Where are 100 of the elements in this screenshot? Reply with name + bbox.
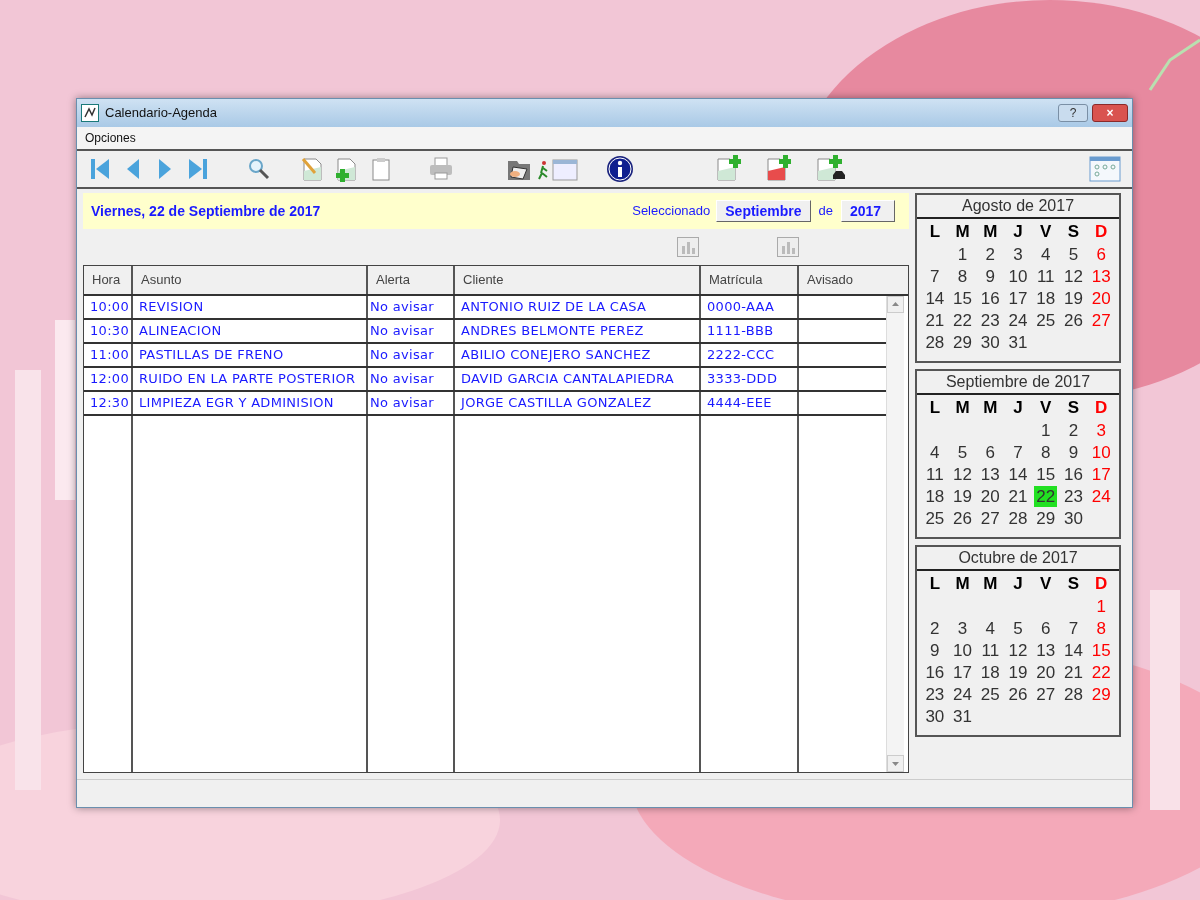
menu-item[interactable]: Opciones [85, 129, 136, 147]
calendar-day[interactable]: 21 [923, 309, 947, 331]
chart-icon[interactable] [677, 237, 699, 257]
calendar-day[interactable]: 17 [1089, 463, 1113, 485]
chart-icon[interactable] [777, 237, 799, 257]
calendar-day[interactable]: 4 [928, 441, 942, 463]
calendar-day[interactable]: 1 [955, 243, 970, 265]
calendar-day[interactable]: 13 [1089, 265, 1113, 287]
calendar-day[interactable]: 6 [1038, 617, 1053, 639]
column-header[interactable]: Matrícula [701, 266, 799, 294]
calendar-day[interactable]: 10 [1089, 441, 1113, 463]
calendar-day[interactable]: 7 [1011, 441, 1025, 463]
calendar-day[interactable]: 26 [1006, 683, 1030, 705]
calendar-day[interactable]: 28 [923, 331, 947, 353]
calendar-day[interactable]: 22 [951, 309, 974, 331]
calendar-day[interactable]: 19 [951, 485, 974, 507]
calendar-day[interactable]: 12 [1006, 639, 1030, 661]
calendar-day[interactable]: 13 [1034, 639, 1058, 661]
calendar-day[interactable]: 20 [1034, 661, 1058, 683]
calendar-day[interactable]: 15 [951, 287, 974, 309]
calendar-day[interactable]: 16 [923, 661, 947, 683]
column-header[interactable]: Asunto [133, 266, 368, 294]
month-field[interactable]: Septiembre [716, 200, 811, 222]
help-button[interactable]: ? [1058, 104, 1088, 122]
year-field[interactable]: 2017 [841, 200, 895, 222]
calendar-day[interactable]: 27 [1034, 683, 1058, 705]
calendar-day[interactable]: 26 [951, 507, 974, 529]
calendar-day[interactable]: 30 [1061, 507, 1085, 529]
column-header[interactable]: Avisado [799, 266, 890, 294]
calendar-icon[interactable] [1088, 155, 1122, 183]
column-header[interactable]: Alerta [368, 266, 455, 294]
calendar-day[interactable]: 12 [951, 463, 974, 485]
calendar-day[interactable]: 27 [1089, 309, 1113, 331]
calendar-day[interactable]: 18 [923, 485, 947, 507]
calendar-day[interactable]: 25 [1034, 309, 1058, 331]
calendar-day[interactable]: 28 [1061, 683, 1085, 705]
calendar-day[interactable]: 30 [978, 331, 1002, 353]
scroll-down-icon[interactable] [887, 755, 904, 772]
calendar-day[interactable]: 9 [928, 639, 942, 661]
calendar-day[interactable]: 4 [1038, 243, 1053, 265]
calendar-day[interactable]: 27 [978, 507, 1002, 529]
calendar-day[interactable]: 31 [1006, 331, 1030, 353]
calendar-day[interactable]: 1 [1038, 419, 1053, 441]
calendar-day[interactable]: 24 [1006, 309, 1030, 331]
calendar-day[interactable]: 21 [1061, 661, 1085, 683]
calendar-day[interactable]: 24 [1089, 485, 1113, 507]
calendar-day[interactable]: 7 [1066, 617, 1081, 639]
scrollbar[interactable] [886, 296, 904, 772]
calendar-day[interactable]: 11 [924, 463, 946, 485]
calendar-day[interactable]: 12 [1061, 265, 1085, 287]
calendar-day[interactable]: 10 [951, 639, 974, 661]
calendar-day[interactable]: 17 [1006, 287, 1030, 309]
calendar-day[interactable]: 29 [951, 331, 974, 353]
calendar-day[interactable]: 18 [978, 661, 1002, 683]
calendar-day[interactable]: 25 [978, 683, 1002, 705]
calendar-day[interactable]: 2 [983, 243, 997, 265]
calendar-day[interactable]: 6 [1094, 243, 1108, 265]
calendar-day[interactable]: 6 [983, 441, 997, 463]
calendar-day[interactable]: 22 [1034, 485, 1058, 507]
calendar-day[interactable]: 22 [1089, 661, 1113, 683]
calendar-day[interactable]: 20 [1089, 287, 1113, 309]
calendar-day[interactable]: 8 [1038, 441, 1053, 463]
close-button[interactable]: × [1092, 104, 1128, 122]
calendar-day[interactable]: 11 [979, 639, 1002, 661]
calendar-day[interactable]: 14 [1061, 639, 1085, 661]
scroll-up-icon[interactable] [887, 296, 904, 313]
calendar-day[interactable]: 4 [983, 617, 997, 639]
column-header[interactable]: Cliente [455, 266, 701, 294]
calendar-day[interactable]: 3 [1011, 243, 1025, 265]
calendar-day[interactable]: 5 [1011, 617, 1025, 639]
calendar-day[interactable]: 9 [983, 265, 997, 287]
calendar-day[interactable]: 8 [955, 265, 970, 287]
calendar-day[interactable]: 31 [951, 705, 974, 727]
calendar-day[interactable]: 29 [1089, 683, 1113, 705]
column-header[interactable]: Hora [84, 266, 133, 294]
calendar-day[interactable]: 8 [1094, 617, 1108, 639]
calendar-day[interactable]: 26 [1061, 309, 1085, 331]
calendar-day[interactable]: 2 [928, 617, 942, 639]
calendar-day[interactable]: 2 [1066, 419, 1081, 441]
calendar-day[interactable]: 16 [978, 287, 1002, 309]
calendar-day[interactable]: 25 [923, 507, 947, 529]
calendar-day[interactable]: 23 [978, 309, 1002, 331]
calendar-day[interactable]: 17 [951, 661, 974, 683]
calendar-day[interactable]: 24 [951, 683, 974, 705]
calendar-day[interactable]: 20 [978, 485, 1002, 507]
calendar-day[interactable]: 19 [1006, 661, 1030, 683]
printer-icon[interactable] [427, 155, 455, 183]
calendar-day[interactable]: 29 [1034, 507, 1058, 529]
calendar-day[interactable]: 3 [955, 617, 970, 639]
calendar-day[interactable]: 16 [1061, 463, 1085, 485]
calendar-day[interactable]: 5 [955, 441, 970, 463]
calendar-day[interactable]: 23 [923, 683, 947, 705]
calendar-day[interactable]: 15 [1089, 639, 1113, 661]
calendar-day[interactable]: 30 [923, 705, 947, 727]
calendar-day[interactable]: 7 [928, 265, 942, 287]
calendar-day[interactable]: 23 [1061, 485, 1085, 507]
calendar-day[interactable]: 11 [1034, 265, 1057, 287]
calendar-day[interactable]: 13 [978, 463, 1002, 485]
calendar-day[interactable]: 28 [1006, 507, 1030, 529]
calendar-day[interactable]: 14 [923, 287, 947, 309]
